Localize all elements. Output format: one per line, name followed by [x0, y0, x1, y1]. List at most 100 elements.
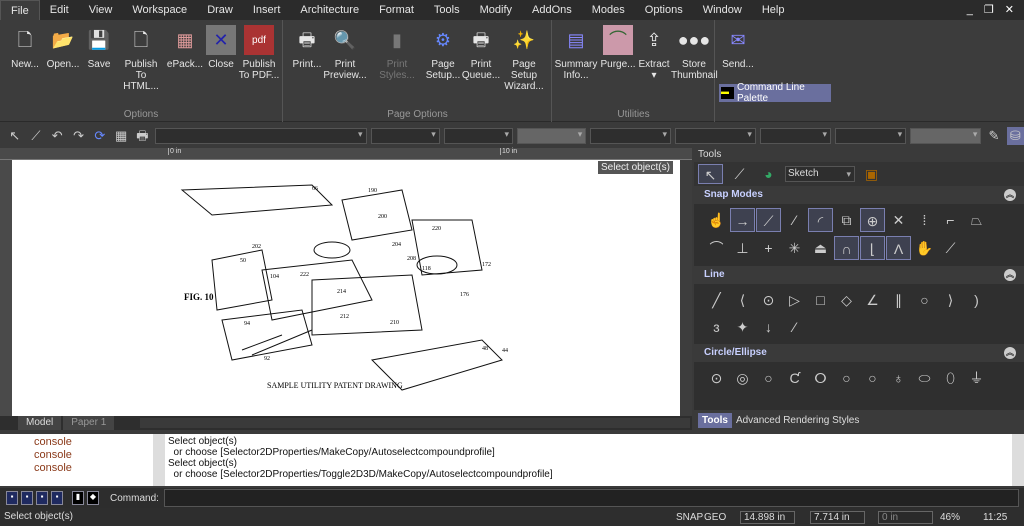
lineweight-combo[interactable]: [517, 128, 587, 144]
style5-combo[interactable]: [910, 128, 982, 144]
select-tool-icon[interactable]: ↖: [698, 164, 723, 184]
menu-options[interactable]: Options: [635, 0, 693, 20]
snap-magnet-icon[interactable]: ∩: [834, 235, 859, 260]
tab-tools[interactable]: Tools: [698, 412, 732, 428]
cmd-mode4-icon[interactable]: ▪: [51, 491, 63, 505]
triangle-icon[interactable]: ▷: [782, 288, 807, 312]
snap-tangent-icon[interactable]: ⌒: [704, 236, 729, 260]
undo-icon[interactable]: ↶: [49, 127, 66, 145]
pencil-icon[interactable]: ✎: [985, 127, 1002, 145]
command-line-palette-button[interactable]: ▬ Command Line Palette: [719, 82, 831, 104]
menu-workspace[interactable]: Workspace: [122, 0, 197, 20]
circle-tangent-icon[interactable]: Ƈ: [782, 366, 807, 390]
edit-tool-icon[interactable]: ⟋: [727, 162, 752, 186]
console-scrollbar[interactable]: [1012, 434, 1024, 486]
menu-edit[interactable]: Edit: [40, 0, 79, 20]
z-coordinate[interactable]: 0 in: [878, 511, 933, 524]
concentric-circle-icon[interactable]: ◎: [730, 366, 755, 390]
layers-icon[interactable]: 🖶: [134, 127, 151, 145]
cross-icon[interactable]: ✦: [730, 315, 755, 339]
circle-2pt-icon[interactable]: ⵔ: [808, 366, 833, 390]
snap-toggle[interactable]: SNAP: [676, 512, 703, 523]
mode-select[interactable]: Sketch: [785, 166, 855, 182]
snap-hand2-icon[interactable]: ✋: [912, 236, 937, 260]
snap-arrow-icon[interactable]: →: [730, 208, 755, 232]
menu-file[interactable]: File: [0, 0, 40, 20]
window-controls[interactable]: _ ❐ ✕: [967, 3, 1018, 16]
circle-center-icon[interactable]: ⊙: [704, 366, 729, 390]
tab-model[interactable]: Model: [18, 416, 62, 430]
circle-4pt-icon[interactable]: ○: [860, 366, 885, 390]
store-thumbnail-button[interactable]: ●●● Store Thumbnail: [671, 25, 718, 82]
section-header[interactable]: Snap Modes ︽: [694, 186, 1024, 204]
polygon-icon[interactable]: ⊙: [756, 288, 781, 312]
menu-help[interactable]: Help: [752, 0, 795, 20]
color-combo[interactable]: [370, 128, 440, 144]
section-header[interactable]: Circle/Ellipse ︽: [694, 344, 1024, 362]
style4-combo[interactable]: [835, 128, 907, 144]
tangent-arc-icon[interactable]: ⟩: [938, 288, 963, 312]
geo-toggle[interactable]: GEO: [704, 512, 726, 523]
snap-intersection-icon[interactable]: ✕: [886, 208, 911, 232]
cmd-mode3-icon[interactable]: ▪: [36, 491, 48, 505]
menu-format[interactable]: Format: [369, 0, 424, 20]
dashed-line-icon[interactable]: ⁄: [782, 315, 807, 339]
snap-trapezoid-icon[interactable]: ⏢: [964, 208, 989, 232]
snap-angle-icon[interactable]: ⟋: [756, 208, 781, 232]
command-input[interactable]: [163, 489, 1019, 507]
vertical-scrollbar[interactable]: [680, 160, 692, 416]
snap-nearest-icon[interactable]: ⌐: [938, 208, 963, 232]
page-setup-wizard-button[interactable]: ✨ Page Setup Wizard...: [498, 25, 550, 93]
line-icon[interactable]: ╱: [704, 288, 729, 312]
snap-quadrant-icon[interactable]: ⏏: [808, 236, 833, 260]
menu-view[interactable]: View: [79, 0, 123, 20]
ellipse-arc-icon[interactable]: ⏚: [964, 366, 989, 390]
snap-apex-icon[interactable]: Λ: [886, 235, 911, 260]
collapse-icon[interactable]: ︽: [1004, 269, 1016, 281]
tree-item[interactable]: console: [34, 449, 153, 462]
snap-plus-icon[interactable]: +: [756, 236, 781, 260]
tangent-arc2-icon[interactable]: ): [964, 288, 989, 312]
menu-architecture[interactable]: Architecture: [290, 0, 369, 20]
style-combo[interactable]: [590, 128, 672, 144]
collapse-icon[interactable]: ︽: [1004, 189, 1016, 201]
publish-pdf-button[interactable]: pdf Publish To PDF...: [236, 25, 282, 81]
circle-tan3-icon[interactable]: ♁: [886, 366, 911, 390]
menu-modify[interactable]: Modify: [470, 0, 522, 20]
tangent-circle-icon[interactable]: ○: [912, 288, 937, 312]
menu-window[interactable]: Window: [693, 0, 752, 20]
snap-corner-icon[interactable]: ⌊: [860, 235, 885, 260]
collapse-icon[interactable]: ︽: [1004, 347, 1016, 359]
ellipse-rotated-icon[interactable]: ⬯: [938, 366, 963, 390]
tree-scrollbar[interactable]: [153, 434, 165, 486]
curve-icon[interactable]: ɜ: [704, 315, 729, 339]
circle-3pt-icon[interactable]: ○: [834, 366, 859, 390]
tab-paper-1[interactable]: Paper 1: [63, 416, 115, 430]
linetype-combo[interactable]: [443, 128, 514, 144]
menu-addons[interactable]: AddOns: [522, 0, 582, 20]
cmd-mode2-icon[interactable]: ▪: [21, 491, 33, 505]
tab-advanced-rendering-styles[interactable]: Advanced Rendering Styles: [736, 415, 859, 426]
drawing-canvas[interactable]: FIG. 10 SAMPLE UTILITY PATENT DRAWING 66…: [12, 160, 680, 416]
cmd-mode5-icon[interactable]: ▮: [72, 491, 84, 505]
render-icon[interactable]: ⛁: [1006, 127, 1024, 145]
refresh-icon[interactable]: ⟳: [91, 127, 108, 145]
ellipse-icon[interactable]: ⬭: [912, 366, 937, 390]
rotated-rectangle-icon[interactable]: ◇: [834, 288, 859, 312]
circle-icon[interactable]: ○: [756, 366, 781, 390]
snap-hand-icon[interactable]: ☝: [704, 208, 729, 232]
snap-line-icon[interactable]: ⟋: [938, 236, 963, 260]
tree-item[interactable]: console: [34, 462, 153, 475]
snap-midpoint-icon[interactable]: ⁄: [782, 208, 807, 232]
send-button[interactable]: ✉ Send...: [715, 25, 761, 71]
section-header[interactable]: Line ︽: [694, 266, 1024, 284]
print-styles-button[interactable]: ▮ Print Styles...: [368, 25, 426, 82]
down-arrow-icon[interactable]: ↓: [756, 315, 781, 339]
style2-combo[interactable]: [675, 128, 756, 144]
summary-info-button[interactable]: ▤ Summary Info...: [553, 25, 599, 82]
select-arrow-icon[interactable]: ↖: [6, 127, 23, 145]
print-preview-button[interactable]: 🔍 Print Preview...: [322, 25, 368, 82]
tree-item[interactable]: console: [34, 436, 153, 449]
y-coordinate[interactable]: 7.714 in: [810, 511, 865, 524]
publish-html-button[interactable]: 🗋 Publish To HTML...: [118, 25, 164, 93]
